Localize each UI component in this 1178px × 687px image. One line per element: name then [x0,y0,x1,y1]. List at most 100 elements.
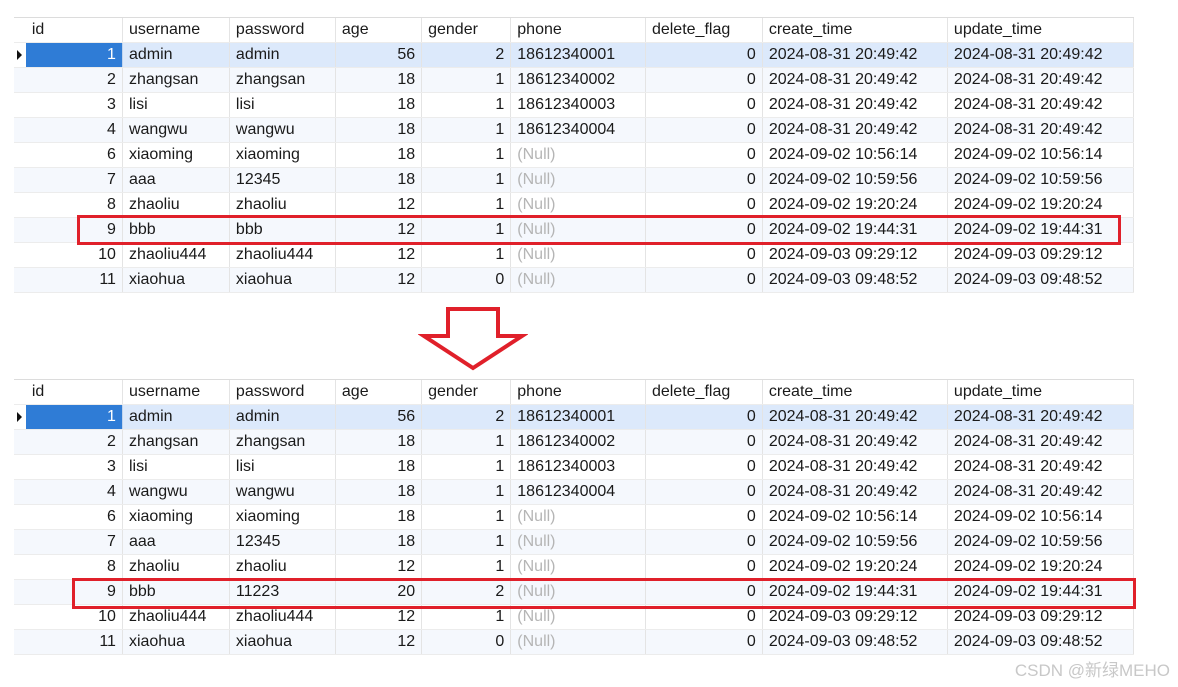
row-indicator[interactable] [14,68,26,92]
create-time-cell[interactable]: 2024-08-31 20:49:42 [763,455,948,479]
column-header-username[interactable]: username [123,18,230,42]
gender-cell[interactable]: 2 [422,405,512,429]
table-row[interactable]: 4 wangwu wangwu 18 1 18612340004 0 2024-08-31 2… [14,118,1135,143]
result-grid-before[interactable]: id username password age gender phone delete_f… [14,17,1135,293]
delete-flag-cell[interactable]: 0 [646,243,763,267]
column-header-update-time[interactable]: update_time [948,18,1135,42]
password-cell[interactable]: zhaoliu [230,555,336,579]
update-time-cell[interactable]: 2024-09-03 09:48:52 [948,630,1135,654]
password-cell[interactable]: zhaoliu444 [230,243,336,267]
password-cell[interactable]: admin [229,43,336,67]
username-cell[interactable]: aaa [123,168,230,192]
password-cell[interactable]: xiaohua [230,268,336,292]
column-header-id[interactable]: id [26,380,123,404]
delete-flag-cell[interactable]: 0 [646,268,763,292]
password-cell[interactable]: wangwu [230,480,336,504]
username-cell[interactable]: xiaoming [123,505,230,529]
row-indicator[interactable] [14,93,26,117]
create-time-cell[interactable]: 2024-08-31 20:49:42 [763,430,948,454]
id-cell[interactable]: 3 [26,93,123,117]
update-time-cell[interactable]: 2024-09-02 10:56:14 [948,143,1135,167]
id-cell[interactable]: 1 [25,43,123,67]
phone-cell[interactable]: (Null) [511,243,646,267]
phone-cell[interactable]: 18612340002 [511,68,646,92]
create-time-cell[interactable]: 2024-09-02 10:56:14 [763,505,948,529]
age-cell[interactable]: 12 [336,193,423,217]
table-row[interactable]: 7 aaa 12345 18 1 (Null) 0 2024-09-02 10:59:56 20… [14,168,1135,193]
column-header-password[interactable]: password [230,18,336,42]
delete-flag-cell[interactable]: 0 [646,430,763,454]
id-cell[interactable]: 7 [26,530,123,554]
update-time-cell[interactable]: 2024-08-31 20:49:42 [948,118,1135,142]
row-indicator[interactable] [14,405,26,429]
row-indicator[interactable] [14,243,26,267]
password-cell[interactable]: 12345 [230,530,336,554]
delete-flag-cell[interactable]: 0 [646,93,763,117]
gender-cell[interactable]: 1 [422,68,512,92]
update-time-cell[interactable]: 2024-08-31 20:49:42 [948,68,1135,92]
gender-cell[interactable]: 0 [422,630,512,654]
update-time-cell[interactable]: 2024-09-02 19:20:24 [948,555,1135,579]
phone-cell[interactable]: (Null) [511,143,646,167]
table-row[interactable]: 6 xiaoming xiaoming 18 1 (Null) 0 2024-09-02 10… [14,143,1135,168]
update-time-cell[interactable]: 2024-09-03 09:48:52 [948,268,1135,292]
update-time-cell[interactable]: 2024-08-31 20:49:42 [948,430,1135,454]
delete-flag-cell[interactable]: 0 [646,530,763,554]
phone-cell[interactable]: (Null) [511,193,646,217]
create-time-cell[interactable]: 2024-09-03 09:48:52 [763,630,948,654]
result-grid-after[interactable]: id username password age gender phone delete_f… [14,379,1135,655]
create-time-cell[interactable]: 2024-08-31 20:49:42 [763,480,948,504]
delete-flag-cell[interactable]: 0 [646,630,763,654]
update-time-cell[interactable]: 2024-08-31 20:49:42 [947,405,1135,429]
table-row[interactable]: 11 xiaohua xiaohua 12 0 (Null) 0 2024-09-03 09:… [14,268,1135,293]
column-header-delete-flag[interactable]: delete_flag [646,18,763,42]
username-cell[interactable]: zhaoliu [123,193,230,217]
phone-cell[interactable]: 18612340003 [511,93,646,117]
row-indicator[interactable] [14,193,26,217]
delete-flag-cell[interactable]: 0 [646,68,763,92]
table-row[interactable]: 11 xiaohua xiaohua 12 0 (Null) 0 2024-09-03 09:… [14,630,1135,655]
username-cell[interactable]: xiaohua [123,268,230,292]
age-cell[interactable]: 18 [336,455,423,479]
row-indicator[interactable] [14,530,26,554]
id-cell[interactable]: 4 [26,480,123,504]
create-time-cell[interactable]: 2024-09-03 09:48:52 [763,268,948,292]
age-cell[interactable]: 18 [336,430,423,454]
row-indicator[interactable] [14,505,26,529]
password-cell[interactable]: xiaoming [230,505,336,529]
create-time-cell[interactable]: 2024-08-31 20:49:42 [762,43,948,67]
username-cell[interactable]: zhangsan [123,430,230,454]
id-cell[interactable]: 6 [26,143,123,167]
table-row[interactable]: 7 aaa 12345 18 1 (Null) 0 2024-09-02 10:59:56 20… [14,530,1135,555]
age-cell[interactable]: 18 [336,168,423,192]
id-cell[interactable]: 8 [26,555,123,579]
age-cell[interactable]: 18 [336,93,423,117]
create-time-cell[interactable]: 2024-08-31 20:49:42 [762,405,948,429]
username-cell[interactable]: lisi [123,455,230,479]
username-cell[interactable]: admin [122,405,230,429]
row-indicator[interactable] [14,43,26,67]
column-header-gender[interactable]: gender [422,18,512,42]
row-indicator[interactable] [14,605,26,629]
phone-cell[interactable]: 18612340001 [511,43,646,67]
table-row[interactable]: 4 wangwu wangwu 18 1 18612340004 0 2024-08-31 2… [14,480,1135,505]
age-cell[interactable]: 56 [335,43,423,67]
table-row[interactable]: 1 admin admin 56 2 18612340001 0 2024-08-31 20:… [14,43,1135,68]
password-cell[interactable]: wangwu [230,118,336,142]
row-indicator[interactable] [14,430,26,454]
column-header-age[interactable]: age [336,18,423,42]
table-row[interactable]: 8 zhaoliu zhaoliu 12 1 (Null) 0 2024-09-02 19:2… [14,555,1135,580]
gender-cell[interactable]: 1 [422,243,512,267]
table-row[interactable]: 2 zhangsan zhangsan 18 1 18612340002 0 2024-08-… [14,68,1135,93]
delete-flag-cell[interactable]: 0 [646,505,763,529]
column-header-id[interactable]: id [26,18,123,42]
phone-cell[interactable]: (Null) [511,168,646,192]
gender-cell[interactable]: 1 [422,555,512,579]
gender-cell[interactable]: 1 [422,93,512,117]
gender-cell[interactable]: 2 [422,43,512,67]
delete-flag-cell[interactable]: 0 [646,193,763,217]
table-row[interactable]: 3 lisi lisi 18 1 18612340003 0 2024-08-31 20:49… [14,93,1135,118]
create-time-cell[interactable]: 2024-09-02 10:59:56 [763,168,948,192]
column-header-gender[interactable]: gender [422,380,512,404]
column-header-age[interactable]: age [336,380,423,404]
